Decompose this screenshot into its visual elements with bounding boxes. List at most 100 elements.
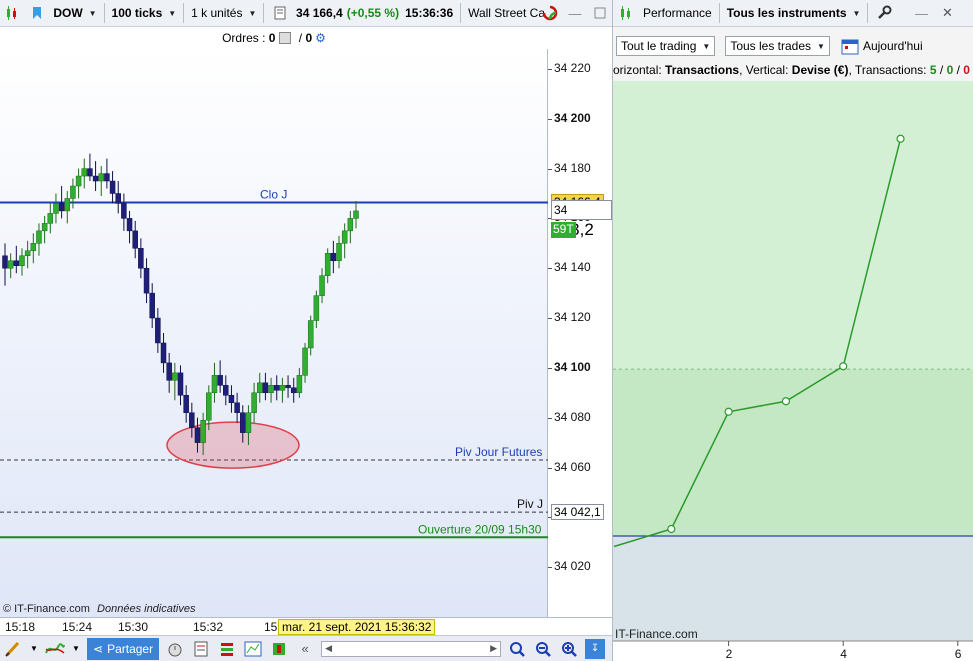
loss-band: [613, 536, 973, 641]
price-axis[interactable]: 34 22034 20034 18034 16034 14034 12034 1…: [548, 49, 612, 617]
candle-body: [70, 185, 76, 199]
ticks-selector[interactable]: 100 ticks ▼: [108, 2, 181, 24]
period-label[interactable]: Aujourd'hui: [863, 39, 923, 53]
calendar-icon[interactable]: [840, 36, 860, 56]
chevron-down-icon: ▼: [702, 41, 711, 51]
last-price: 34 166,4: [296, 6, 343, 20]
zoom-fit-icon[interactable]: [507, 639, 527, 659]
axis-h-prefix: orizontal:: [613, 63, 662, 77]
price-tick-label: 34 200: [554, 110, 591, 125]
candle-body: [240, 412, 246, 433]
trades-filter-dropdown[interactable]: Tous les trades ▼: [725, 36, 830, 56]
candle-body: [211, 375, 218, 394]
pivot-price-label: 34 042,1: [551, 504, 604, 521]
candle-body: [121, 203, 127, 219]
candle-body: [217, 375, 223, 386]
chevron-down-icon: ▼: [817, 41, 825, 51]
units-selector[interactable]: 1 k unités ▼: [187, 2, 260, 24]
candle-body: [262, 382, 269, 394]
candle-body: [189, 412, 195, 428]
quote-display: 34 166,4 (+0,55 %) 15:36:36: [292, 2, 457, 24]
chart-bottom-toolbar: ▼ ▼ ⋖ Partager « ◀ ▶ ↧: [0, 635, 612, 661]
price-chart[interactable]: Clo J Piv Jour Futures Piv J Ouverture 20/0…: [0, 49, 548, 617]
candle-body: [75, 175, 82, 187]
close-icon[interactable]: ✕: [937, 3, 957, 23]
tick-count-label: 59T: [551, 222, 576, 239]
candle-body: [53, 203, 59, 214]
equity-curve-chart: 2 4 6: [613, 81, 973, 661]
separator: [460, 3, 462, 23]
candlestick-icon[interactable]: [3, 3, 22, 23]
orders-count-a: 0: [268, 31, 276, 45]
candle-body: [24, 250, 31, 257]
candle-body: [330, 253, 337, 262]
scroll-left-double-icon[interactable]: «: [295, 639, 315, 659]
share-button[interactable]: ⋖ Partager: [87, 637, 160, 660]
candle-body: [81, 168, 88, 177]
chevron-down-icon[interactable]: ▼: [29, 639, 39, 659]
performance-title: Performance: [643, 6, 712, 20]
candle-body: [109, 180, 116, 194]
slash: /: [953, 63, 964, 77]
performance-filters: Tout le trading ▼ Tous les trades ▼ Aujo…: [613, 32, 973, 60]
refresh-icon[interactable]: [541, 3, 560, 23]
x-tick-label: 2: [726, 647, 733, 661]
report-icon[interactable]: [191, 639, 211, 659]
instruments-selector[interactable]: Tous les instruments ▼: [723, 2, 865, 24]
trading-icon[interactable]: [269, 639, 289, 659]
candle-body: [223, 385, 229, 396]
time-tick: 15:32: [193, 620, 224, 634]
trading-filter-dropdown[interactable]: Tout le trading ▼: [616, 36, 716, 56]
transactions-losing: 0: [963, 63, 970, 77]
time-tick: 15:30: [118, 620, 149, 634]
candle-body: [302, 347, 308, 376]
scroll-right-icon[interactable]: ▶: [490, 643, 497, 654]
candle-body: [296, 375, 303, 394]
reference-line-label: Piv J: [517, 497, 543, 511]
orders-list-icon[interactable]: [217, 639, 237, 659]
indicators-icon[interactable]: [45, 639, 65, 659]
scroll-left-icon[interactable]: ◀: [325, 643, 332, 654]
instrument-label: DOW: [53, 6, 83, 20]
multi-chart-icon[interactable]: [243, 639, 263, 659]
reference-line-label: Ouverture 20/09 15h30: [418, 522, 542, 536]
minimize-icon[interactable]: —: [566, 3, 585, 23]
chevron-down-icon[interactable]: ▼: [71, 639, 81, 659]
orders-count-b: 0: [305, 31, 313, 45]
gear-icon[interactable]: ⚙: [315, 31, 326, 45]
candle-body: [2, 255, 8, 269]
scroll-end-icon[interactable]: ↧: [585, 638, 606, 659]
candle-body: [183, 395, 189, 413]
candle-body: [347, 218, 354, 232]
price-tick-mark: [548, 268, 552, 270]
instruments-label: Tous les instruments: [726, 6, 847, 20]
chart-source-text: © IT-Finance.com: [3, 603, 90, 615]
reference-line-label: Piv Jour Futures: [455, 445, 542, 459]
candle-body: [41, 223, 48, 232]
perf-source: IT-Finance.com: [615, 627, 698, 641]
quote-panel-icon[interactable]: [270, 3, 289, 23]
transactions-total: 5: [929, 63, 937, 77]
price-tick-mark: [548, 68, 552, 70]
minimize-icon[interactable]: —: [911, 3, 931, 23]
axis-v-value: Devise (€): [791, 63, 849, 77]
profit-band-strong: [613, 369, 973, 536]
maximize-icon[interactable]: [590, 3, 609, 23]
zoom-in-icon[interactable]: [559, 639, 579, 659]
scrollbar[interactable]: ◀ ▶: [321, 640, 502, 657]
drawing-tools-icon[interactable]: [3, 639, 23, 659]
instrument-selector[interactable]: DOW ▼: [49, 2, 100, 24]
time-axis[interactable]: 15:18 15:24 15:30 15:32 15 mar. 21 sept.…: [0, 617, 612, 635]
time-tick: 15:18: [5, 620, 36, 634]
zoom-out-icon[interactable]: [533, 639, 553, 659]
alarm-icon[interactable]: [165, 639, 185, 659]
candlestick-chart: Clo J Piv Jour Futures Piv J Ouverture 20/0…: [0, 153, 548, 539]
bookmark-icon[interactable]: [28, 3, 47, 23]
candle-body: [155, 317, 161, 344]
candle-body: [285, 385, 291, 389]
performance-chart[interactable]: 2 4 6 IT-Finance.com: [613, 81, 973, 661]
orders-grid-icon[interactable]: [279, 32, 292, 44]
units-label: 1 k unités: [191, 6, 243, 20]
wrench-icon[interactable]: [874, 3, 894, 23]
chart-note: Données indicatives: [97, 603, 196, 615]
